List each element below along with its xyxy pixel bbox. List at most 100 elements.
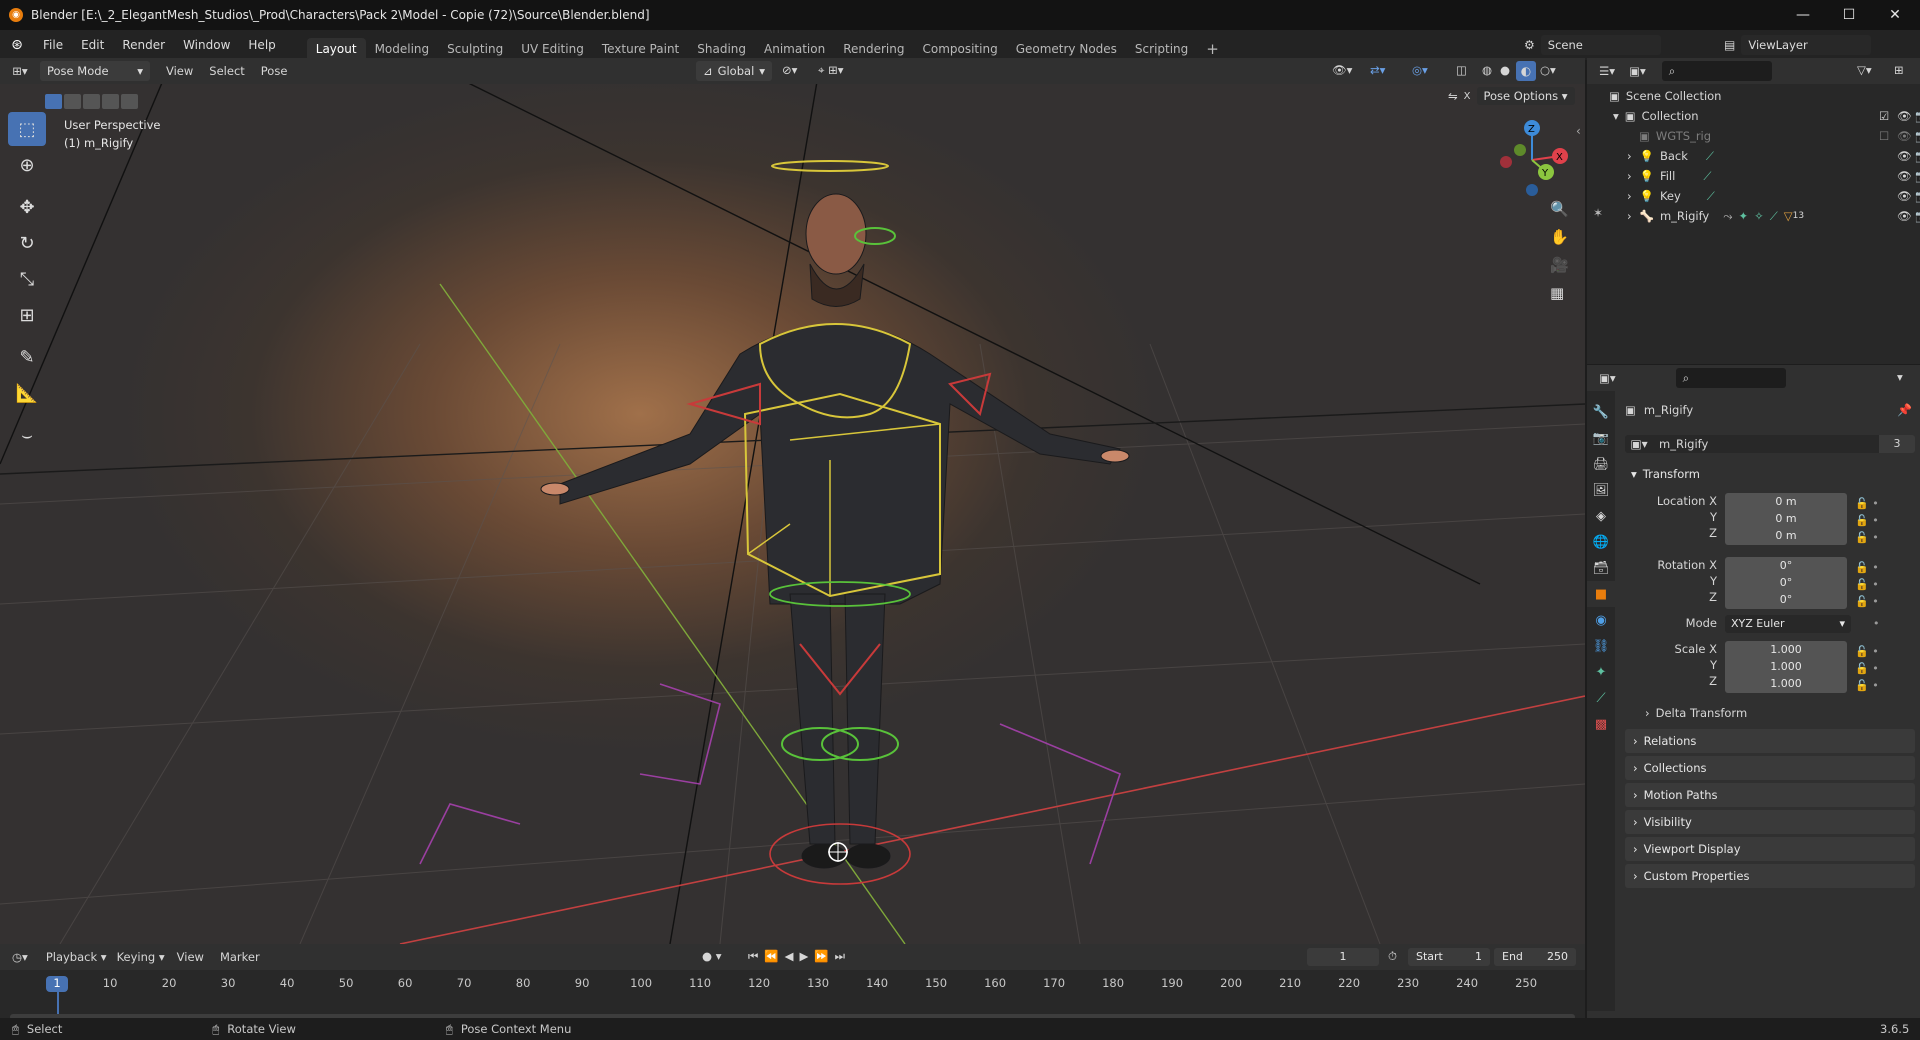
eye-icon[interactable]: 👁 xyxy=(1897,209,1912,223)
outliner-item-wgts[interactable]: ▣ WGTS_rig ☐ 👁 📷 xyxy=(1639,126,1920,146)
menu-view[interactable]: View xyxy=(166,64,193,78)
tab-rendering[interactable]: Rendering xyxy=(834,38,913,60)
xray-icon[interactable]: ◫ xyxy=(1456,63,1467,77)
annotate-tool-icon[interactable]: ✎ xyxy=(8,340,46,374)
minimize-button[interactable]: — xyxy=(1780,0,1826,30)
visibility-icon[interactable]: 👁▾ xyxy=(1332,63,1352,77)
select-invert-icon[interactable] xyxy=(102,94,119,109)
measure-tool-icon[interactable]: 📐 xyxy=(8,376,46,410)
outliner-item-m-rigify[interactable]: › 🦴 m_Rigify ⤳ ✦ ✧ ⟋ ▽13 👁 📷 xyxy=(1627,206,1920,226)
rendered-shading-icon[interactable]: ○▾ xyxy=(1540,63,1556,77)
ortho-grid-icon[interactable]: ▦ xyxy=(1550,284,1569,302)
lock-icons-scale[interactable]: 🔓 • 🔓 • 🔓 • xyxy=(1855,643,1879,694)
pose-options-dropdown[interactable]: Pose Options ▾ xyxy=(1476,87,1575,105)
bone-envelope-tool-icon[interactable]: ⌣ xyxy=(8,418,46,452)
camera-icon[interactable]: 📷 xyxy=(1915,109,1920,123)
select-intersect-icon[interactable] xyxy=(121,94,138,109)
scale-tool-icon[interactable]: ⤡ xyxy=(8,262,46,296)
camera-icon[interactable]: 📷 xyxy=(1915,169,1920,183)
outliner-item-key[interactable]: › 💡 Key ⟋ 👁 📷 xyxy=(1627,186,1920,206)
transform-tool-icon[interactable]: ⊞ xyxy=(8,298,46,332)
chevron-down-icon[interactable]: ▾ xyxy=(1897,370,1903,384)
close-window-button[interactable]: ✕ xyxy=(1872,0,1918,30)
menu-help[interactable]: Help xyxy=(239,30,284,60)
menu-keying[interactable]: Keying ▾ xyxy=(117,950,165,964)
new-collection-icon[interactable]: ⊞ xyxy=(1894,63,1904,77)
tab-animation[interactable]: Animation xyxy=(755,38,834,60)
tab-scripting[interactable]: Scripting xyxy=(1126,38,1197,60)
tab-shading[interactable]: Shading xyxy=(688,38,755,60)
blender-menu-icon[interactable]: ⊛ xyxy=(0,37,34,53)
add-workspace-icon[interactable]: + xyxy=(1197,38,1228,60)
menu-window[interactable]: Window xyxy=(174,30,239,60)
restrict-column-icon[interactable]: ✶ xyxy=(1593,206,1603,220)
output-tab-icon[interactable]: 🖨 xyxy=(1587,451,1615,477)
keyframe-dot-icon[interactable]: • xyxy=(1873,617,1880,630)
checkbox-icon[interactable]: ☑ xyxy=(1879,109,1889,123)
expand-arrow-icon[interactable]: › xyxy=(1627,169,1632,183)
select-subtract-icon[interactable] xyxy=(83,94,100,109)
mirror-icon[interactable]: ⇋ xyxy=(1448,89,1458,103)
panel-viewport-display[interactable]: › Viewport Display xyxy=(1625,837,1915,861)
outliner-item-back[interactable]: › 💡 Back ⟋ 👁 📷 xyxy=(1627,146,1920,166)
display-mode-icon[interactable]: ▣▾ xyxy=(1629,64,1646,78)
3d-viewport[interactable]: User Perspective (1) m_Rigify ⇋ X Pose O… xyxy=(0,84,1585,944)
menu-marker[interactable]: Marker xyxy=(220,950,260,964)
mode-dropdown[interactable]: Pose Mode ▾ xyxy=(40,61,150,81)
tab-compositing[interactable]: Compositing xyxy=(913,38,1006,60)
menu-pose[interactable]: Pose xyxy=(261,64,288,78)
end-frame-field[interactable]: End 250 xyxy=(1494,948,1576,966)
object-tab-icon[interactable]: ■ xyxy=(1587,581,1615,607)
panel-custom-properties[interactable]: › Custom Properties xyxy=(1625,864,1915,888)
world-tab-icon[interactable]: 🌐 xyxy=(1587,529,1615,555)
pivot-icon[interactable]: ⊘▾ xyxy=(782,63,797,77)
checkbox-icon[interactable]: ☐ xyxy=(1879,129,1889,143)
snap-icon[interactable]: ⌖ ⊞▾ xyxy=(818,63,844,78)
tab-layout[interactable]: Layout xyxy=(306,38,366,60)
user-count[interactable]: 3 xyxy=(1879,435,1915,453)
orientation-dropdown[interactable]: ⊿ Global ▾ xyxy=(696,61,772,81)
transform-panel-header[interactable]: ▾ Transform xyxy=(1625,463,1915,485)
camera-view-icon[interactable]: 🎥 xyxy=(1550,256,1569,274)
scale-x-field[interactable]: 1.000 xyxy=(1725,641,1847,659)
scale-z-field[interactable]: 1.000 xyxy=(1725,675,1847,693)
tool-tab-icon[interactable]: 🔧 xyxy=(1587,399,1615,425)
viewlayer-selector[interactable]: ▤ ViewLayer xyxy=(1724,35,1872,55)
panel-motion-paths[interactable]: › Motion Paths xyxy=(1625,783,1915,807)
scale-y-field[interactable]: 1.000 xyxy=(1725,658,1847,676)
properties-search-input[interactable]: ⌕ xyxy=(1675,368,1786,388)
scene-tab-icon[interactable]: ◈ xyxy=(1587,503,1615,529)
select-box-tool-icon[interactable]: ⬚ xyxy=(8,112,46,146)
move-tool-icon[interactable]: ✥ xyxy=(8,190,46,224)
select-new-icon[interactable] xyxy=(45,94,62,109)
panel-relations[interactable]: › Relations xyxy=(1625,729,1915,753)
rotation-y-field[interactable]: 0° xyxy=(1725,574,1847,592)
solid-shading-icon[interactable]: ● xyxy=(1500,63,1510,77)
maximize-button[interactable]: ☐ xyxy=(1826,0,1872,30)
sidebar-toggle-icon[interactable]: ‹ xyxy=(1576,124,1581,138)
material-shading-icon[interactable]: ◐ xyxy=(1516,61,1536,81)
lock-icons-location[interactable]: 🔓 • 🔓 • 🔓 • xyxy=(1855,495,1879,546)
camera-icon[interactable]: 📷 xyxy=(1915,209,1920,223)
outliner-collection-row[interactable]: ▾ ▣ Collection ☑ 👁 📷 xyxy=(1613,106,1920,126)
datablock-name[interactable]: m_Rigify xyxy=(1653,435,1879,453)
collection-tab-icon[interactable]: 🗃 xyxy=(1587,555,1615,581)
eye-icon[interactable]: 👁 xyxy=(1897,169,1912,183)
menu-render[interactable]: Render xyxy=(113,30,174,60)
view-layer-tab-icon[interactable]: 🖼 xyxy=(1587,477,1615,503)
pin-icon[interactable]: 📌 xyxy=(1897,403,1912,417)
outliner-scene-collection[interactable]: ▣ Scene Collection xyxy=(1609,86,1721,106)
camera-icon[interactable]: 📷 xyxy=(1915,189,1920,203)
armature-data-tab-icon[interactable]: ✦ xyxy=(1587,659,1615,685)
scene-selector[interactable]: ⚙ Scene xyxy=(1524,35,1661,55)
tab-geometry-nodes[interactable]: Geometry Nodes xyxy=(1007,38,1126,60)
pan-hand-icon[interactable]: ✋ xyxy=(1550,228,1569,246)
tab-sculpting[interactable]: Sculpting xyxy=(438,38,512,60)
outliner-search-input[interactable]: ⌕ xyxy=(1661,61,1772,81)
menu-timeline-view[interactable]: View xyxy=(177,950,204,964)
gizmo-toggle-icon[interactable]: ⇄▾ xyxy=(1370,63,1385,77)
selection-mode-buttons[interactable] xyxy=(45,94,138,109)
menu-playback[interactable]: Playback ▾ xyxy=(46,950,107,964)
select-extend-icon[interactable] xyxy=(64,94,81,109)
cursor-tool-icon[interactable]: ⊕ xyxy=(8,148,46,182)
